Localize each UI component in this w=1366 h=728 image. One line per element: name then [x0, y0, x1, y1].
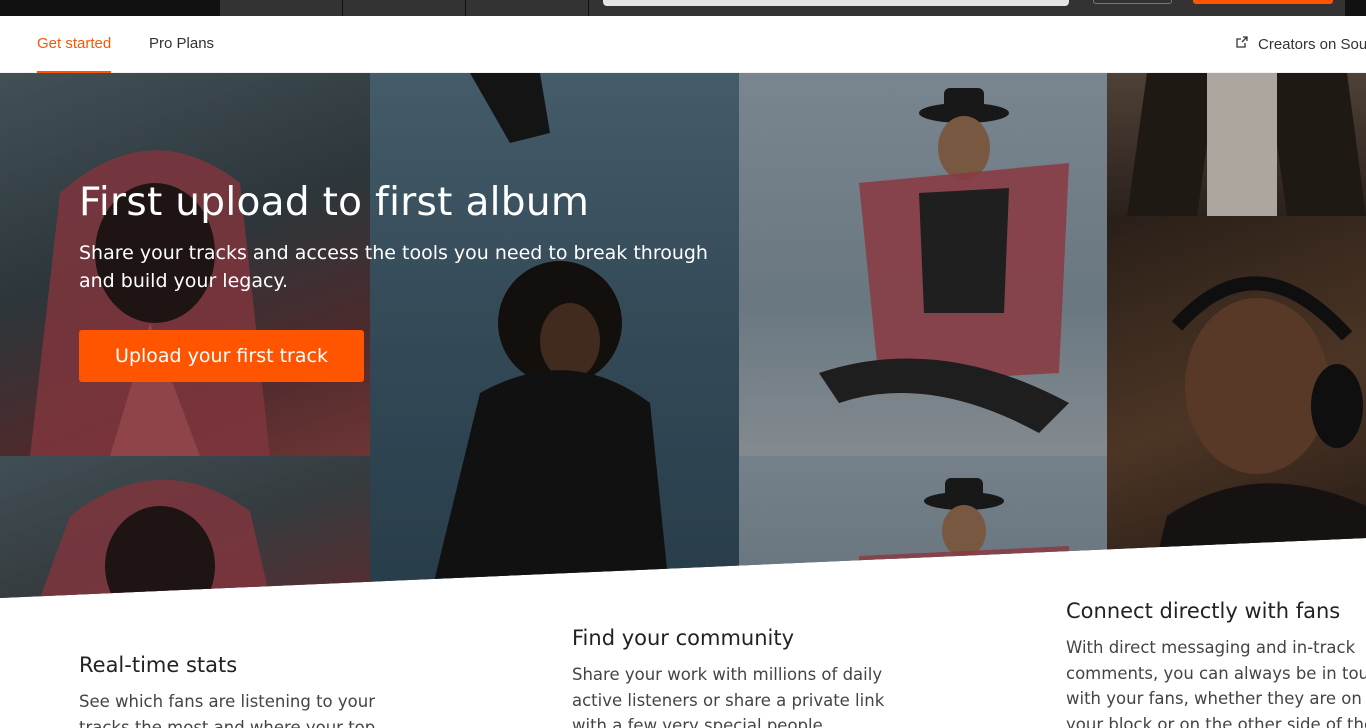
- search-input[interactable]: [603, 0, 1069, 6]
- header-nav-feed[interactable]: [343, 0, 466, 16]
- create-account-button[interactable]: [1193, 0, 1333, 4]
- feature-find-community: Find your community Share your work with…: [572, 626, 902, 728]
- top-header: [0, 0, 1366, 16]
- external-link-icon: [1236, 16, 1250, 72]
- feature-title: Connect directly with fans: [1066, 599, 1341, 623]
- feature-text: See which fans are listening to your tra…: [79, 692, 376, 728]
- feature-text: With direct messaging and in-track comme…: [1066, 638, 1366, 728]
- feature-text: Share your work with millions of daily a…: [572, 665, 885, 728]
- hero-subtitle: Share your tracks and access the tools y…: [79, 242, 708, 292]
- tab-pro-plans[interactable]: Pro Plans: [149, 16, 214, 73]
- sub-navigation: Get started Pro Plans Creators on SoundC…: [0, 16, 1366, 73]
- sign-in-button[interactable]: [1093, 0, 1172, 4]
- feature-real-time-stats: Real-time stats See which fans are liste…: [79, 653, 409, 728]
- hero-banner: First upload to first album Share your t…: [0, 73, 1366, 598]
- logo[interactable]: [0, 0, 220, 16]
- more-menu-button[interactable]: [1345, 0, 1366, 16]
- creators-link[interactable]: Creators on SoundCloud: [1236, 16, 1366, 73]
- header-nav-home[interactable]: [220, 0, 343, 16]
- creators-link-label: Creators on SoundCloud: [1258, 36, 1366, 53]
- feature-title: Find your community: [572, 626, 795, 650]
- header-nav-library[interactable]: [466, 0, 589, 16]
- feature-title: Real-time stats: [79, 653, 238, 677]
- hero-title: First upload to first album: [79, 180, 590, 225]
- tab-get-started[interactable]: Get started: [37, 16, 112, 73]
- upload-first-track-button[interactable]: Upload your first track: [79, 330, 364, 382]
- feature-connect-fans: Connect directly with fans With direct m…: [1066, 599, 1366, 728]
